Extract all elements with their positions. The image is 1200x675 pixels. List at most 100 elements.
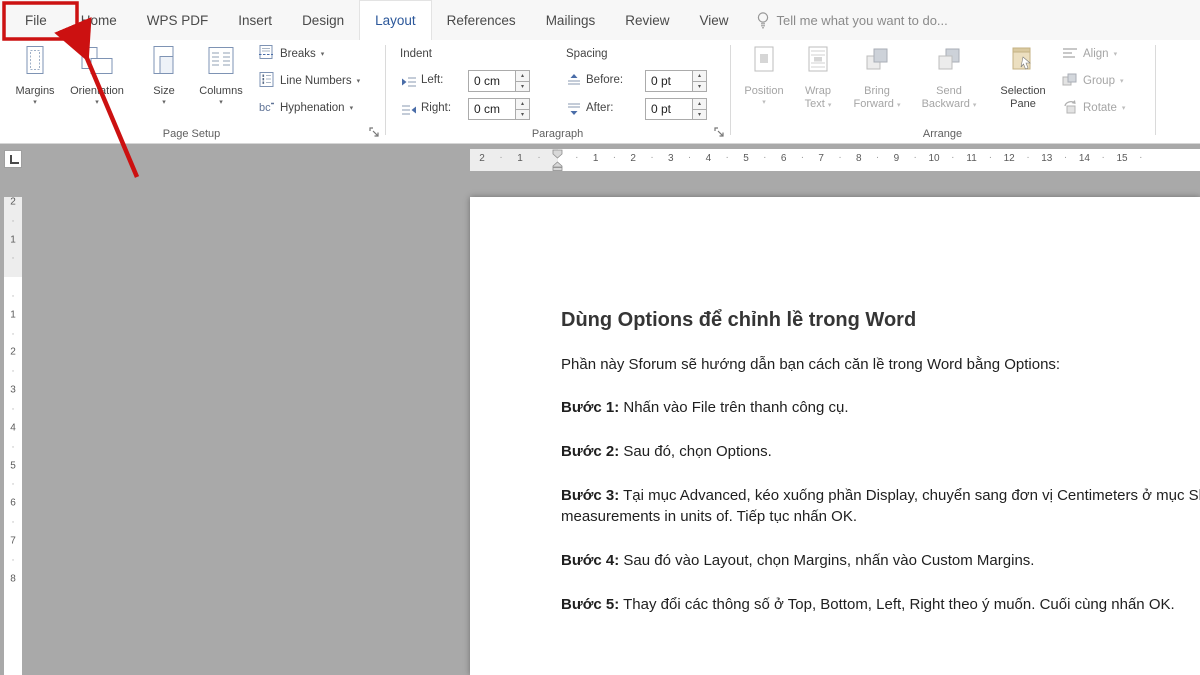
send-backward-button[interactable]: Send Backward ▾ [912, 43, 986, 127]
dropdown-arrow-icon: ▾ [1120, 77, 1124, 86]
rotate-button[interactable]: Rotate ▾ [1062, 96, 1125, 120]
tab-layout[interactable]: Layout [359, 0, 432, 40]
spin-down-button[interactable]: ▾ [693, 82, 706, 92]
tab-mailings[interactable]: Mailings [531, 0, 611, 40]
spin-down-button[interactable]: ▾ [516, 82, 529, 92]
line-numbers-button[interactable]: Line Numbers ▾ [258, 69, 360, 93]
tab-home[interactable]: Home [66, 0, 132, 40]
line-numbers-icon [258, 71, 275, 91]
ruler-number: 10 [928, 153, 939, 164]
send-backward-label-2: Backward [922, 98, 970, 110]
tab-view[interactable]: View [684, 0, 743, 40]
ruler-number: 3 [4, 385, 22, 396]
ruler-tick: · [1026, 152, 1029, 163]
step-label: Bước 2: [561, 443, 619, 460]
wrap-text-label: Wrap [805, 85, 831, 98]
ruler-number: 9 [894, 153, 900, 164]
breaks-button[interactable]: Breaks ▾ [258, 42, 324, 66]
orientation-icon [79, 43, 115, 85]
ruler-number: 12 [1004, 153, 1015, 164]
ruler-tick: · [4, 366, 22, 377]
orientation-button[interactable]: Orientation ▾ [64, 43, 130, 127]
dropdown-arrow-icon: ▾ [897, 102, 901, 109]
paragraph-group-label: Paragraph [385, 128, 730, 140]
spacing-after-input[interactable]: 0 pt ▴▾ [645, 98, 707, 120]
columns-button[interactable]: Columns ▾ [192, 43, 250, 127]
tab-references[interactable]: References [432, 0, 531, 40]
indent-left-label: Left: [421, 74, 443, 86]
dropdown-arrow-icon: ▾ [219, 98, 223, 107]
paragraph-text: Sau đó vào Layout, chọn Margins, nhấn và… [619, 552, 1034, 569]
ruler-tick: · [1102, 152, 1105, 163]
ruler-tick: · [4, 517, 22, 528]
rotate-icon [1062, 100, 1078, 117]
ruler-number: 6 [781, 153, 787, 164]
bring-forward-label-2: Forward [854, 98, 894, 110]
document-heading: Dùng Options để chỉnh lề trong Word [561, 309, 916, 332]
dropdown-arrow-icon: ▾ [762, 98, 766, 107]
tab-wps-pdf[interactable]: WPS PDF [132, 0, 224, 40]
tab-design[interactable]: Design [287, 0, 359, 40]
ruler-tick: · [575, 152, 578, 163]
orientation-label: Orientation [70, 85, 124, 98]
ruler-tick: · [537, 152, 540, 163]
bring-forward-button[interactable]: Bring Forward ▾ [848, 43, 906, 127]
indent-left-input[interactable]: 0 cm ▴▾ [468, 70, 530, 92]
dropdown-arrow-icon: ▾ [1122, 104, 1126, 113]
margins-icon [20, 43, 50, 85]
indent-right-input[interactable]: 0 cm ▴▾ [468, 98, 530, 120]
wrap-text-button[interactable]: Wrap Text ▾ [794, 43, 842, 127]
group-icon [1062, 73, 1078, 90]
ruler-number: 6 [4, 498, 22, 509]
indent-right-icon [401, 103, 417, 121]
selection-pane-label-2: Pane [1010, 98, 1036, 111]
spin-down-button[interactable]: ▾ [516, 110, 529, 120]
tab-insert[interactable]: Insert [223, 0, 287, 40]
paragraph-text: Phần này Sforum sẽ hướng dẫn bạn cách că… [561, 356, 1060, 373]
vertical-ruler-marks: 21···1·2·3·4·5·6·7·8 [4, 180, 22, 675]
spin-up-button[interactable]: ▴ [516, 71, 529, 82]
ruler-tick: · [876, 152, 879, 163]
ruler-number: 4 [4, 422, 22, 433]
indent-right-label: Right: [421, 102, 451, 114]
wrap-text-icon [804, 43, 832, 85]
selection-pane-button[interactable]: Selection Pane [990, 43, 1056, 127]
ruler-number: 1 [593, 153, 599, 164]
ruler-tick: · [4, 216, 22, 227]
spin-down-button[interactable]: ▾ [693, 110, 706, 120]
paragraph-text: measurements in units of. Tiếp tục nhấn … [561, 508, 857, 525]
document-page[interactable]: Dùng Options để chỉnh lề trong Word Phần… [470, 197, 1200, 675]
arrange-group-label: Arrange [730, 128, 1155, 140]
spin-up-button[interactable]: ▴ [693, 99, 706, 110]
spacing-heading: Spacing [566, 48, 608, 60]
document-paragraph: Bước 1: Nhấn vào File trên thanh công cụ… [561, 399, 849, 416]
hyphenation-button[interactable]: bc Hyphenation ▾ [258, 96, 353, 120]
tell-me-box[interactable]: Tell me what you want to do... [756, 0, 948, 40]
step-label: Bước 5: [561, 596, 619, 613]
indent-markers[interactable] [551, 149, 565, 176]
margins-button[interactable]: Margins ▾ [8, 43, 62, 127]
ruler-number: 7 [4, 535, 22, 546]
send-backward-icon [935, 43, 963, 85]
position-label: Position [744, 85, 783, 98]
align-icon [1062, 46, 1078, 63]
position-button[interactable]: Position ▾ [740, 43, 788, 127]
paragraph-dialog-launcher[interactable] [713, 126, 727, 140]
group-button[interactable]: Group ▾ [1062, 69, 1123, 93]
spacing-before-input[interactable]: 0 pt ▴▾ [645, 70, 707, 92]
size-button[interactable]: Size ▾ [140, 43, 188, 127]
align-button[interactable]: Align ▾ [1062, 42, 1117, 66]
page-setup-dialog-launcher[interactable] [368, 126, 382, 140]
ruler-number: 4 [706, 153, 712, 164]
ruler-tick: · [4, 253, 22, 264]
spin-up-button[interactable]: ▴ [516, 99, 529, 110]
document-paragraph: Bước 3: Tại mục Advanced, kéo xuống phần… [561, 487, 1200, 504]
selection-pane-label: Selection [1000, 85, 1045, 98]
tab-review[interactable]: Review [610, 0, 684, 40]
document-paragraph: Bước 2: Sau đó, chọn Options. [561, 443, 772, 460]
page-setup-group-label: Page Setup [0, 128, 383, 140]
spin-up-button[interactable]: ▴ [693, 71, 706, 82]
columns-label: Columns [199, 85, 242, 98]
paragraph-text: Tại mục Advanced, kéo xuống phần Display… [619, 487, 1200, 504]
tab-file[interactable]: File [6, 0, 66, 40]
